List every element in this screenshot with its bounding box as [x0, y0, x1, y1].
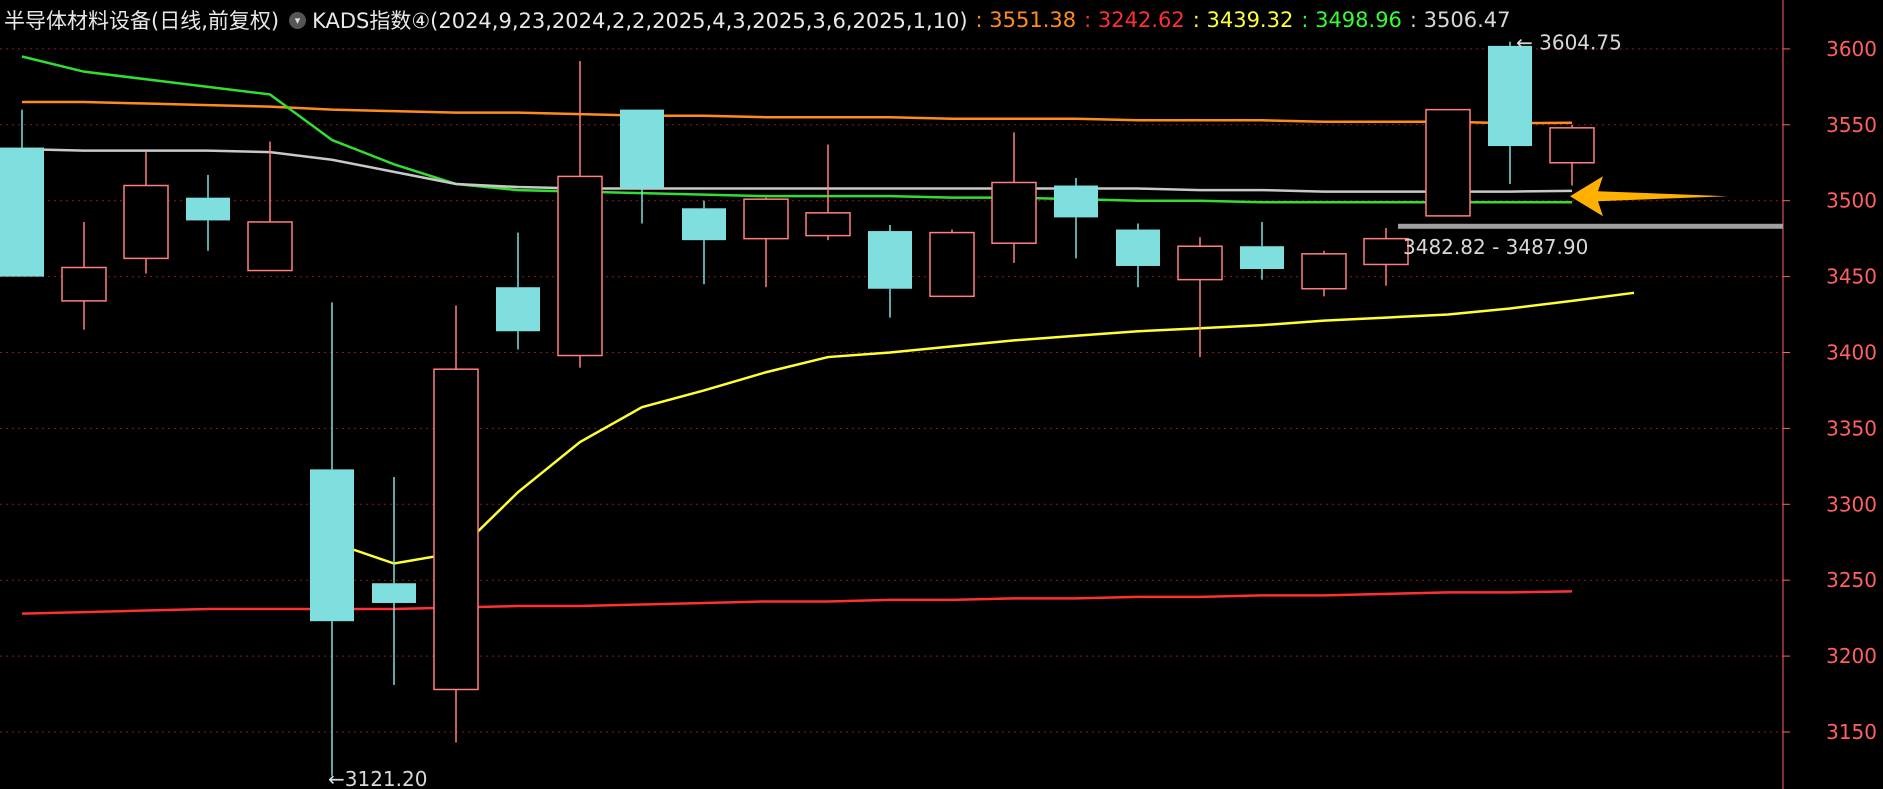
candle-body-down [868, 231, 912, 289]
ma-line-3 [21, 147, 1573, 193]
y-tick-label: 3600 [1826, 37, 1877, 61]
ma-line-2 [21, 55, 1573, 204]
candle-body-up [557, 175, 603, 357]
candle-body-down [682, 208, 726, 241]
y-tick-label: 3300 [1826, 492, 1877, 516]
candle-body-up [1549, 127, 1595, 164]
candle-body-down [186, 197, 230, 221]
candle-body-down [1054, 185, 1098, 218]
y-tick-label: 3550 [1826, 113, 1877, 137]
y-tick-label: 3250 [1826, 568, 1877, 592]
high-price-label: ← 3604.75 [1516, 31, 1622, 55]
ma-line-4 [331, 291, 1635, 565]
candle-body-down [372, 583, 416, 603]
y-tick-label: 3450 [1826, 265, 1877, 289]
candle-body-up [1425, 108, 1471, 217]
annotation-arrow [1570, 176, 1728, 217]
ma-line-1 [21, 590, 1573, 615]
candle-body-down [620, 109, 664, 189]
candle-body-up [61, 266, 107, 302]
candle-body-down [1240, 246, 1284, 270]
candle-body-up [433, 368, 479, 691]
y-tick-label: 3400 [1826, 341, 1877, 365]
candle-body-down [0, 147, 44, 277]
y-tick-label: 3200 [1826, 644, 1877, 668]
candle-body-up [1177, 245, 1223, 281]
candle-body-up [805, 212, 851, 237]
support-zone-label: 3482.82 - 3487.90 [1403, 235, 1588, 259]
ma-line-0 [22, 100, 1573, 125]
candle-body-down [1116, 229, 1160, 266]
candle-body-up [743, 198, 789, 240]
y-tick-label: 3150 [1826, 720, 1877, 744]
low-price-label: ←3121.20 [328, 767, 427, 789]
candlestick-chart[interactable]: 3150 3200 3250 3300 3350 3400 3450 3500 3550 3600… [0, 0, 1883, 789]
candle-body-down [1488, 45, 1532, 147]
support-zone-bar [1398, 223, 1783, 229]
candle-body-up [1363, 237, 1409, 266]
candle-body-up [1301, 253, 1347, 290]
candle-body-up [123, 184, 169, 260]
candle-body-down [496, 287, 540, 332]
candle-body-up [929, 231, 975, 298]
candle-body-up [991, 181, 1037, 244]
y-tick-label: 3500 [1826, 189, 1877, 213]
candle-body-up [247, 221, 293, 272]
y-tick-label: 3350 [1826, 416, 1877, 440]
candle-body-down [310, 469, 354, 622]
